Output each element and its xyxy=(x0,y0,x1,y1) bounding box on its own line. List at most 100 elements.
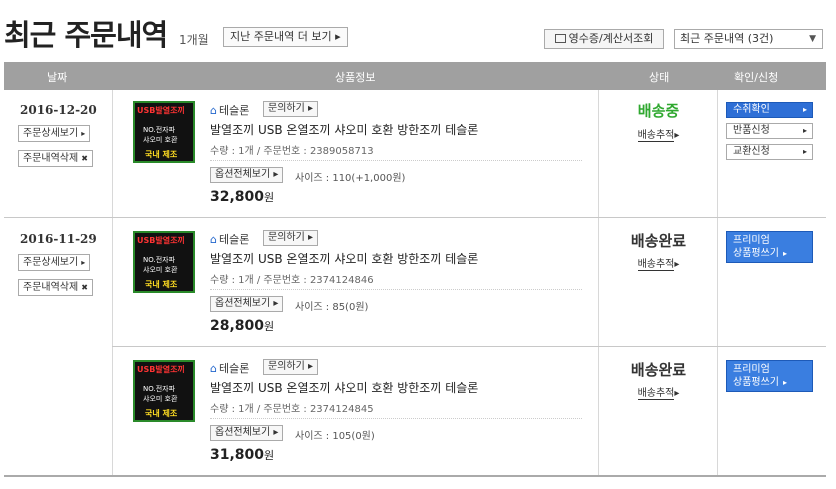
options-button[interactable]: 옵션전체보기 ▸ xyxy=(210,296,284,312)
options-button[interactable]: 옵션전체보기 ▸ xyxy=(210,167,284,183)
price-value: 31,800 xyxy=(210,447,265,463)
track-link[interactable]: 배송추적▸ xyxy=(600,255,717,271)
seller-link[interactable]: ⌂ 테슬론 xyxy=(210,360,249,376)
order-delete-button[interactable]: 주문내역삭제 ✖ xyxy=(18,279,93,296)
thumb-text: USB발열조끼 xyxy=(137,106,185,115)
dotted-divider xyxy=(210,418,582,419)
chevron-right-icon: ▸ xyxy=(273,427,279,438)
receipt-button[interactable]: 영수증/계산서조회 xyxy=(544,29,664,49)
exchange-request-label: 교환신청 xyxy=(733,146,770,157)
option-size: 사이즈 : 85(0원) xyxy=(295,302,369,313)
column-date: 날짜 xyxy=(47,71,68,84)
inquiry-button[interactable]: 문의하기 ▸ xyxy=(263,359,319,375)
product-thumbnail[interactable]: USB발열조끼 NO.전자파 샤오미 호환 국내 제조 xyxy=(133,360,195,422)
order-meta: 수량 : 1개 / 주문번호 : 2389058713 xyxy=(210,146,374,157)
table-header: 날짜 상품정보 상태 확인/신청 xyxy=(4,62,826,90)
chevron-down-icon: ▼ xyxy=(809,34,816,44)
chevron-right-icon: ▸ xyxy=(308,361,314,372)
chevron-right-icon: ▸ xyxy=(802,147,807,156)
receipt-label: 영수증/계산서조회 xyxy=(568,32,654,45)
chevron-right-icon: ▸ xyxy=(335,30,341,43)
price-value: 32,800 xyxy=(210,189,265,205)
options-button[interactable]: 옵션전체보기 ▸ xyxy=(210,425,284,441)
column-divider xyxy=(717,90,718,476)
past-orders-button[interactable]: 지난 주문내역 더 보기 ▸ xyxy=(223,27,348,47)
receive-confirm-button[interactable]: 수취확인 ▸ xyxy=(726,102,813,118)
track-link[interactable]: 배송추적▸ xyxy=(600,384,717,400)
track-label: 배송추적 xyxy=(637,388,675,400)
seller-name: 테슬론 xyxy=(218,362,250,375)
chevron-right-icon: ▸ xyxy=(81,258,86,267)
options-label: 옵션전체보기 xyxy=(215,169,271,180)
close-icon: ✖ xyxy=(81,283,88,292)
order-status: 배송중 xyxy=(637,102,680,120)
order-delete-button[interactable]: 주문내역삭제 ✖ xyxy=(18,150,93,167)
seller-link[interactable]: ⌂ 테슬론 xyxy=(210,231,249,247)
inquiry-button[interactable]: 문의하기 ▸ xyxy=(263,230,319,246)
return-request-label: 반품신청 xyxy=(733,125,770,136)
chevron-right-icon: ▸ xyxy=(273,298,279,309)
premium-review-button[interactable]: 프리미엄 상품평쓰기 ▸ xyxy=(726,231,813,263)
track-link[interactable]: 배송추적▸ xyxy=(600,126,717,142)
inquiry-label: 문의하기 xyxy=(268,103,305,114)
order-meta: 수량 : 1개 / 주문번호 : 2374124846 xyxy=(210,275,374,286)
row-divider xyxy=(4,217,826,218)
thumb-text: USB발열조끼 xyxy=(137,236,185,245)
chevron-right-icon: ▸ xyxy=(81,129,86,138)
printer-icon xyxy=(554,34,566,43)
track-label: 배송추적 xyxy=(637,130,675,142)
thumb-text: 국내 제조 xyxy=(145,409,178,418)
column-status: 상태 xyxy=(649,71,670,84)
thumb-text: 국내 제조 xyxy=(145,280,178,289)
seller-link[interactable]: ⌂ 테슬론 xyxy=(210,102,249,118)
thumb-text: NO.전자파 xyxy=(143,126,176,134)
product-name-link[interactable]: 발열조끼 USB 온열조끼 샤오미 호환 방한조끼 테슬론 xyxy=(210,379,478,396)
thumb-text: 샤오미 호환 xyxy=(143,266,178,274)
order-delete-label: 주문내역삭제 xyxy=(23,282,79,293)
past-orders-label: 지난 주문내역 더 보기 xyxy=(230,30,332,43)
order-detail-label: 주문상세보기 xyxy=(23,257,79,268)
return-request-button[interactable]: 반품신청 ▸ xyxy=(726,123,813,139)
chevron-right-icon: ▸ xyxy=(308,103,314,114)
thumb-text: USB발열조끼 xyxy=(137,365,185,374)
product-thumbnail[interactable]: USB발열조끼 NO.전자파 샤오미 호환 국내 제조 xyxy=(133,231,195,293)
option-size: 사이즈 : 110(+1,000원) xyxy=(295,173,406,184)
options-label: 옵션전체보기 xyxy=(215,298,271,309)
premium-review-label: 상품평쓰기 xyxy=(733,248,779,259)
price-currency: 원 xyxy=(264,449,275,462)
order-detail-button[interactable]: 주문상세보기 ▸ xyxy=(18,125,91,142)
premium-review-label: 상품평쓰기 xyxy=(733,377,779,388)
chevron-right-icon: ▸ xyxy=(273,169,279,180)
chevron-right-icon: ▸ xyxy=(783,249,788,258)
product-name-link[interactable]: 발열조끼 USB 온열조끼 샤오미 호환 방한조끼 테슬론 xyxy=(210,250,478,267)
thumb-text: NO.전자파 xyxy=(143,256,176,264)
options-label: 옵션전체보기 xyxy=(215,427,271,438)
home-icon: ⌂ xyxy=(210,104,217,117)
order-detail-button[interactable]: 주문상세보기 ▸ xyxy=(18,254,91,271)
receive-confirm-label: 수취확인 xyxy=(733,104,770,115)
chevron-right-icon: ▸ xyxy=(308,232,314,243)
thumb-text: 국내 제조 xyxy=(145,150,178,159)
home-icon: ⌂ xyxy=(210,233,217,246)
price-currency: 원 xyxy=(264,191,275,204)
seller-name: 테슬론 xyxy=(218,233,250,246)
premium-review-button[interactable]: 프리미엄 상품평쓰기 ▸ xyxy=(726,360,813,392)
product-name-link[interactable]: 발열조끼 USB 온열조끼 샤오미 호환 방한조끼 테슬론 xyxy=(210,121,478,138)
inquiry-button[interactable]: 문의하기 ▸ xyxy=(263,101,319,117)
order-status: 배송완료 xyxy=(630,232,687,250)
exchange-request-button[interactable]: 교환신청 ▸ xyxy=(726,144,813,160)
order-delete-label: 주문내역삭제 xyxy=(23,153,79,164)
product-thumbnail[interactable]: USB발열조끼 NO.전자파 샤오미 호환 국내 제조 xyxy=(133,101,195,163)
period-label: 1개월 xyxy=(179,33,209,47)
close-icon: ✖ xyxy=(81,154,88,163)
chevron-right-icon: ▸ xyxy=(802,105,807,114)
order-date: 2016-11-29 xyxy=(20,232,97,246)
column-confirm: 확인/신청 xyxy=(734,71,779,84)
filter-selected-value: 최근 주문내역 (3건) xyxy=(680,32,774,45)
order-meta: 수량 : 1개 / 주문번호 : 2374124845 xyxy=(210,404,374,415)
home-icon: ⌂ xyxy=(210,362,217,375)
price-currency: 원 xyxy=(264,320,275,333)
inquiry-label: 문의하기 xyxy=(268,361,305,372)
order-price: 32,800원 xyxy=(210,189,274,205)
order-filter-select[interactable]: 최근 주문내역 (3건) ▼ xyxy=(674,29,823,49)
